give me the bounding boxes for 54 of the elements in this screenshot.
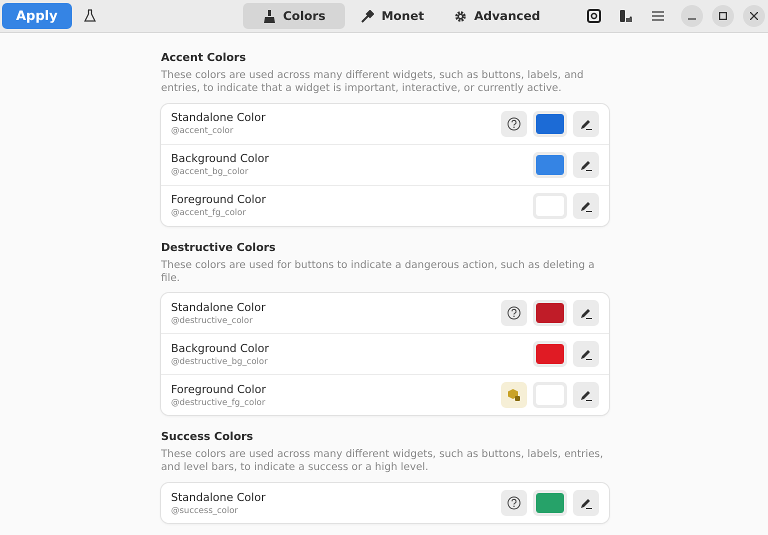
maximize-button[interactable] [712,5,734,27]
maximize-icon [719,12,727,20]
section-title: Success Colors [161,430,254,444]
menu-icon [652,11,664,21]
section-description: These colors are used across many different widgets, such as buttons, labels, entries, and level bars, to indicate a success or a high level. [161,448,604,474]
apply-button[interactable]: Apply [2,3,72,29]
eyedropper-icon [361,10,374,22]
warning-button[interactable] [501,382,527,408]
tab[interactable]: Advanced [440,3,554,29]
row-title: Standalone Color [171,300,266,314]
pen-icon [579,496,593,510]
help-icon [507,306,521,320]
row-title: Standalone Color [171,111,266,124]
pen-icon [579,306,593,320]
variable-name: @destructive_fg_color [171,398,266,408]
variable-name: @accent_color [171,126,234,136]
package-icon [507,388,521,402]
edit-button[interactable] [573,192,599,219]
variable-name: @accent_bg_color [171,167,250,178]
help-icon [507,116,521,131]
preview-icon [587,9,601,23]
pen-icon [579,347,593,362]
row-title: Background Color [171,342,269,355]
help-icon [507,496,521,510]
row-title: Foreground Color [171,382,266,396]
edit-button[interactable] [573,300,599,326]
variable-name: @success_color [171,506,239,516]
help-button[interactable] [501,300,527,326]
flask-icon [82,9,97,23]
section-title: Destructive Colors [161,240,277,254]
edit-button[interactable] [573,341,599,368]
variable-name: @destructive_color [171,316,254,326]
palette-icon [619,9,633,23]
row-title: Foreground Color [171,193,266,206]
variable-name: @destructive_bg_color [171,356,269,367]
edit-button[interactable] [573,152,599,178]
section-title: Accent Colors [161,51,247,64]
row-title: Standalone Color [171,490,266,504]
section-description: These colors are used across many different widgets, such as buttons, labels, and entries, to indicate that a widget is important, interactive, or currently active. [161,69,585,95]
close-icon [750,12,758,20]
row-title: Background Color [171,152,269,166]
variable-name: @accent_fg_color [171,208,247,218]
brush-icon [263,10,276,22]
help-button[interactable] [501,490,527,516]
section-description: These colors are used for buttons to indicate a dangerous action, such as deleting a file. [161,258,596,284]
edit-button[interactable] [573,382,599,408]
edit-button[interactable] [573,490,599,516]
settings-icon [454,10,468,22]
help-button[interactable] [501,110,527,137]
tab[interactable]: Colors [243,3,346,29]
close-button[interactable] [743,5,765,27]
edit-button[interactable] [573,110,599,137]
tab[interactable]: Monet [347,3,438,29]
pen-icon [579,388,593,402]
